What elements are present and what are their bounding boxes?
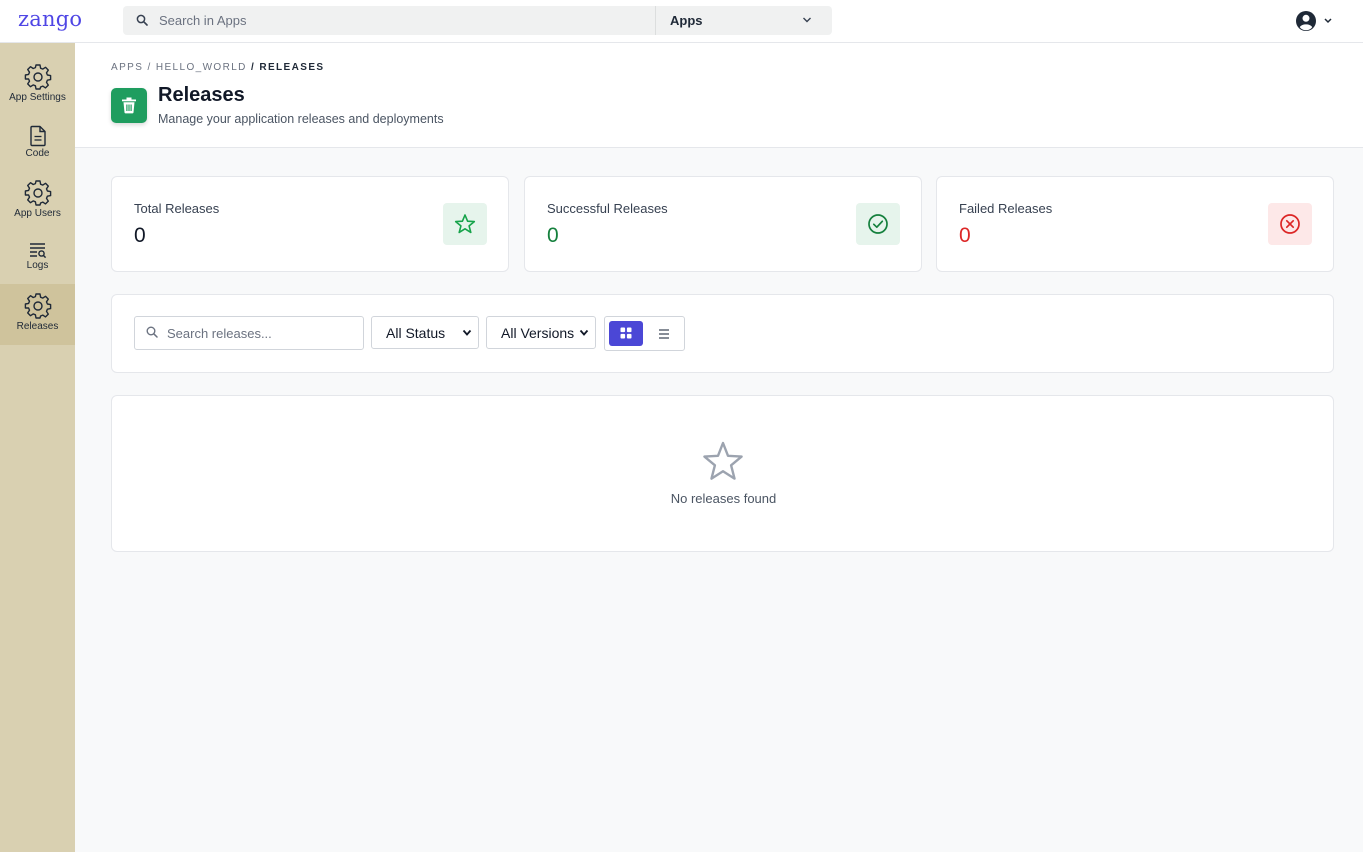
chevron-down-icon — [803, 17, 811, 23]
gear-icon — [24, 293, 51, 319]
view-mode-toggle — [604, 316, 685, 351]
file-code-icon — [29, 125, 46, 147]
version-filter-select[interactable]: All Versions — [486, 316, 596, 349]
logs-icon — [29, 243, 46, 259]
releases-empty-state: No releases found — [111, 395, 1334, 552]
page-title: Releases — [158, 84, 245, 106]
breadcrumb-current: RELEASES — [259, 62, 325, 73]
sidebar-item-app-users[interactable]: App Users — [0, 179, 75, 223]
grid-icon — [620, 327, 632, 339]
star-icon — [454, 214, 476, 234]
gear-icon — [24, 64, 51, 90]
stat-icon-badge — [443, 203, 487, 245]
stat-value: 0 — [134, 224, 146, 247]
user-menu[interactable] — [1296, 10, 1336, 32]
search-icon — [146, 326, 158, 338]
trash-icon — [122, 97, 136, 114]
sidebar-item-app-settings[interactable]: App Settings — [0, 63, 75, 107]
list-view-button[interactable] — [651, 321, 679, 346]
sidebar-item-label: Code — [25, 148, 50, 159]
breadcrumb-separator: / — [143, 62, 156, 73]
logo[interactable]: zango — [18, 7, 82, 31]
status-filter-select[interactable]: All Status — [371, 316, 479, 349]
gear-icon — [24, 180, 51, 206]
top-bar: zango Apps — [0, 0, 1363, 43]
list-icon — [659, 329, 669, 339]
releases-search[interactable] — [134, 316, 364, 350]
stat-icon-badge — [1268, 203, 1312, 245]
sidebar-item-label: Releases — [16, 321, 59, 332]
breadcrumb-apps[interactable]: APPS — [111, 62, 143, 73]
stat-card-total-releases: Total Releases 0 — [111, 176, 509, 272]
breadcrumb-hello-world[interactable]: HELLO_WORLD — [156, 62, 247, 73]
global-search-input[interactable] — [159, 6, 639, 35]
filters-panel: All Status All Versions — [111, 294, 1334, 373]
stat-label: Failed Releases — [959, 201, 1053, 216]
scope-dropdown[interactable]: Apps — [655, 6, 832, 35]
sidebar-item-label: App Settings — [9, 92, 66, 103]
x-circle-icon — [1280, 214, 1300, 234]
chevron-down-icon — [579, 329, 589, 336]
grid-view-button[interactable] — [609, 321, 643, 346]
star-outline-icon — [703, 441, 743, 480]
releases-header-badge — [111, 88, 147, 123]
sidebar-item-label: App Users — [14, 208, 61, 219]
empty-state-message: No releases found — [670, 491, 777, 506]
stat-label: Successful Releases — [547, 201, 668, 216]
chevron-down-icon — [462, 329, 472, 336]
page-header: APPS / HELLO_WORLD / RELEASES Releases M… — [75, 43, 1363, 148]
user-avatar-icon — [1296, 11, 1332, 31]
stat-label: Total Releases — [134, 201, 220, 216]
stat-value: 0 — [959, 224, 971, 247]
version-filter-value: All Versions — [501, 325, 575, 341]
breadcrumb: APPS / HELLO_WORLD / RELEASES — [111, 62, 324, 73]
stat-card-failed-releases: Failed Releases 0 — [936, 176, 1334, 272]
scope-dropdown-label: Apps — [670, 13, 703, 28]
stat-value: 0 — [547, 224, 559, 247]
breadcrumb-separator: / — [246, 62, 260, 73]
stat-card-successful-releases: Successful Releases 0 — [524, 176, 922, 272]
releases-search-input[interactable] — [167, 317, 357, 349]
global-search[interactable] — [123, 6, 655, 35]
sidebar-item-logs[interactable]: Logs — [0, 241, 75, 281]
page-subtitle: Manage your application releases and dep… — [158, 112, 444, 126]
sidebar: App Settings Code App Users Logs Release… — [0, 43, 75, 852]
sidebar-item-label: Logs — [26, 260, 49, 271]
search-icon — [136, 14, 148, 26]
check-circle-icon — [868, 214, 888, 234]
sidebar-item-code[interactable]: Code — [0, 125, 75, 165]
sidebar-item-releases[interactable]: Releases — [0, 284, 75, 345]
stat-icon-badge — [856, 203, 900, 245]
status-filter-value: All Status — [386, 325, 446, 341]
